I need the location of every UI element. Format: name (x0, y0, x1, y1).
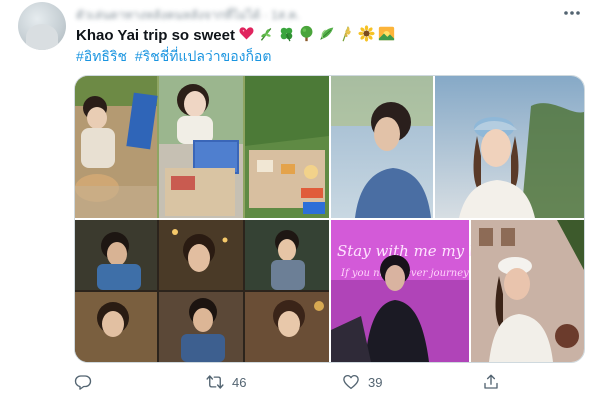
photo-portraits-sky[interactable] (331, 76, 584, 218)
reply-button[interactable] (74, 368, 92, 396)
photo-night-collage[interactable] (75, 220, 329, 362)
photo-neon-cafe[interactable]: Stay with me my love If you never ever j… (331, 220, 584, 362)
heart-emoji (239, 27, 254, 40)
media-grid: Stay with me my love If you never ever j… (74, 75, 585, 363)
retweet-button[interactable]: 46 (206, 368, 246, 396)
leaves-emoji (320, 27, 334, 40)
hashtag-link[interactable]: #ริชชี่ที่แปลว่าของก็อต (135, 48, 272, 64)
emoji-row (238, 25, 395, 42)
photo-picnic-collage[interactable] (75, 76, 329, 218)
sunflower-emoji (358, 25, 375, 42)
tree-emoji (300, 25, 313, 42)
sunrise-emoji (378, 26, 395, 41)
herb-emoji (260, 27, 272, 41)
like-count: 39 (368, 374, 383, 390)
retweet-count: 46 (232, 374, 247, 390)
share-icon (484, 374, 498, 389)
clover-emoji (280, 27, 293, 42)
tweet-actions: 46 39 (74, 368, 583, 396)
hashtag-row: #อิทธิริช #ริชชี่ที่แปลว่าของก็อต (76, 46, 275, 68)
share-button[interactable] (482, 368, 500, 396)
hashtag-link[interactable]: #อิทธิริช (76, 48, 127, 64)
tweet-time[interactable]: · 1ส.ค. (264, 8, 300, 20)
avatar[interactable] (18, 2, 66, 50)
reply-icon (74, 375, 92, 390)
tweet-header: ตัวเล่นตาทางหลังคนหลังจากที่ไม่ได้ · 1ส.… (76, 6, 426, 20)
like-button[interactable]: 39 (342, 368, 382, 396)
tweet-card[interactable]: ตัวเล่นตาทางหลังคนหลังจากที่ไม่ได้ · 1ส.… (0, 0, 596, 402)
author-name[interactable]: ตัวเล่นตาทางหลังคนหลังจากที่ไม่ได้ (76, 8, 260, 20)
rice-emoji (342, 26, 351, 42)
heart-icon (343, 374, 359, 390)
more-options-icon[interactable] (560, 4, 584, 22)
retweet-icon (206, 375, 224, 389)
tweet-text: Khao Yai trip so sweet (76, 27, 235, 44)
